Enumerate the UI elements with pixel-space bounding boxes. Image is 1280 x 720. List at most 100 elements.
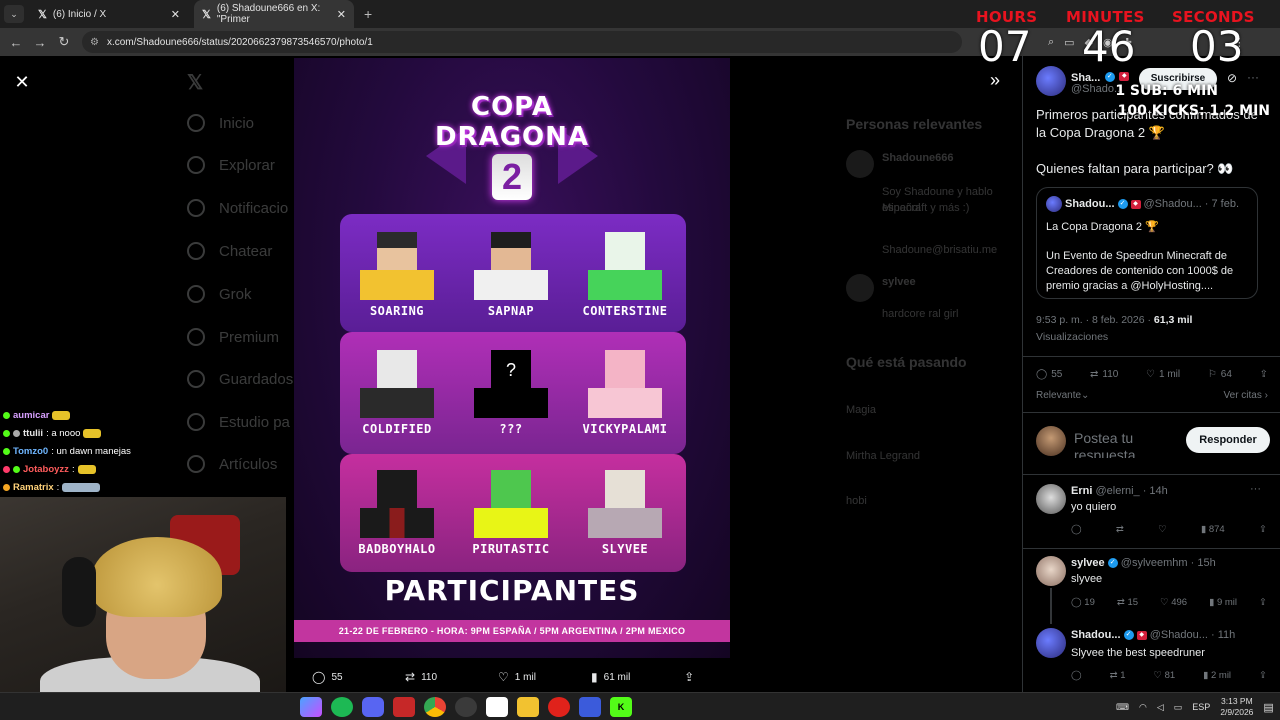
reload-icon[interactable]: ↻ (52, 34, 76, 50)
views-action[interactable]: ▮ 874 (1201, 524, 1225, 535)
opera-icon[interactable] (548, 697, 570, 717)
avatar[interactable] (1036, 484, 1066, 514)
player-name: COLDIFIED (362, 422, 432, 436)
player-name: PIRUTASTIC (472, 542, 550, 556)
views-action[interactable]: ▮ 61 mil (591, 670, 684, 684)
affiliate-badge-icon: ◆ (1130, 199, 1141, 209)
app-icon[interactable] (486, 697, 508, 717)
reply-icon: ◯ (1036, 368, 1048, 380)
x-logo-icon: 𝕏 (202, 8, 211, 21)
reply-action[interactable]: ◯ 19 (1071, 597, 1095, 608)
network-icon[interactable]: ◠ (1139, 702, 1147, 713)
share-icon[interactable]: ⇪ (1259, 524, 1267, 535)
bookmark-action[interactable]: ⚐ 64 (1208, 365, 1232, 383)
event-date-band: 21-22 DE FEBRERO - HORA: 9PM ESPAÑA / 5P… (294, 620, 730, 642)
share-action[interactable]: ⇪ (684, 670, 712, 684)
volume-icon[interactable]: ◁ (1157, 702, 1164, 713)
player-card: COLDIFIED (342, 340, 452, 444)
player-name: CONTERSTINE (582, 304, 668, 318)
skin-head (491, 470, 531, 510)
badge-icon (3, 430, 10, 437)
repost-action[interactable]: ⇄ 110 (1090, 365, 1118, 383)
video-app-icon[interactable] (393, 697, 415, 717)
reply-item[interactable]: Shadou... ✓ ◆ @Shadou... · 11h Slyvee th… (1023, 626, 1280, 692)
like-action[interactable]: ♡ 1 mil (498, 670, 591, 684)
trend-item: Magia (846, 404, 876, 416)
battery-icon[interactable]: ▭ (1174, 702, 1183, 713)
reply-item[interactable]: Erni @elerni_ · 14h ··· yo quiero ◯ ⇄ ♡ … (1023, 482, 1280, 548)
input-language[interactable]: ESP (1192, 702, 1210, 712)
tweet-side-panel: Sha... ✓ ◆ @Shado... Suscribirse ⊘ ··· P… (1022, 56, 1280, 692)
emote-icon (83, 429, 102, 438)
site-info-icon[interactable]: ⚙ (90, 37, 99, 48)
clock[interactable]: 3:13 PM 2/9/2026 (1220, 696, 1253, 718)
reply-header: Shadou... ✓ ◆ @Shadou... · 11h (1071, 629, 1236, 641)
share-icon[interactable]: ⇪ (1259, 670, 1267, 681)
avatar[interactable] (1036, 628, 1066, 658)
skin-body (474, 508, 548, 538)
tab-status[interactable]: 𝕏 (6) Shadoune666 en X: "Primer ✕ (194, 0, 354, 28)
repost-action[interactable]: ⇄ 110 (405, 670, 498, 684)
reply-item[interactable]: sylvee ✓ @sylveemhm · 15h slyvee ◯ 19 ⇄ … (1023, 554, 1280, 620)
emote-icon (52, 411, 71, 420)
tab-search-button[interactable]: ⌄ (4, 5, 24, 23)
discord-icon[interactable] (362, 697, 384, 717)
verified-icon: ✓ (1107, 558, 1118, 569)
share-icon[interactable]: ⇪ (1259, 597, 1267, 608)
webcam-headset (62, 557, 96, 627)
notification-icon[interactable]: ▤ (1263, 701, 1273, 714)
address-bar[interactable]: ⚙ x.com/Shadoune666/status/2020662379873… (82, 31, 962, 53)
stream-timer-overlay: HOURS MINUTES SECONDS 07 46 03 1 SUB: 6 … (962, 0, 1280, 120)
reply-action[interactable]: ◯ 55 (312, 670, 405, 684)
share-icon: ⇪ (684, 670, 695, 684)
views-action[interactable]: ▮ 9 mil (1209, 597, 1237, 608)
forward-icon[interactable]: → (28, 35, 52, 50)
kick-icon[interactable]: K (610, 697, 632, 717)
skin-head (605, 470, 645, 510)
like-action[interactable]: ♡ 1 mil (1146, 365, 1180, 383)
avatar (1036, 426, 1066, 456)
quoted-tweet[interactable]: Shadou... ✓ ◆ @Shadou... · 7 feb. La Cop… (1036, 187, 1258, 299)
close-photo-button[interactable]: ✕ (10, 70, 34, 94)
reply-action[interactable]: ◯ 55 (1036, 365, 1062, 383)
kicks-rule: 100 KICKS: 1.2 MIN (1117, 103, 1270, 119)
chevron-down-icon: ⌄ (1081, 390, 1090, 401)
repost-action[interactable]: ⇄ 1 (1110, 670, 1126, 681)
reply-button[interactable]: Responder (1186, 427, 1270, 453)
views-action[interactable]: ▮ 2 mil (1203, 670, 1231, 681)
tab-inicio[interactable]: 𝕏 (6) Inicio / X ✕ (30, 0, 188, 28)
heart-icon[interactable]: ♡ (1158, 524, 1167, 535)
app-icon[interactable] (579, 697, 601, 717)
reply-icon[interactable]: ◯ (1071, 670, 1082, 681)
reply-icon[interactable]: ◯ (1071, 524, 1082, 535)
share-action[interactable]: ⇪ (1260, 365, 1268, 383)
more-icon[interactable]: ··· (1250, 483, 1261, 495)
skin-head (605, 350, 645, 390)
tweet-time[interactable]: 9:53 p. m. · 8 feb. 2026 · (1036, 314, 1151, 326)
search-icon (187, 156, 205, 174)
avatar[interactable] (1036, 556, 1066, 586)
sort-dropdown[interactable]: Relevante⌄ (1036, 390, 1089, 401)
close-tab-icon[interactable]: ✕ (171, 8, 180, 21)
repost-action[interactable]: ⇄ 15 (1117, 597, 1138, 608)
chrome-icon[interactable] (424, 697, 446, 717)
repost-icon[interactable]: ⇄ (1116, 524, 1124, 535)
copilot-icon[interactable] (300, 697, 322, 717)
obs-icon[interactable] (455, 697, 477, 717)
players-row-1: SOARING SAPNAP CONTERSTINE (340, 214, 686, 332)
relevant-name: Shadoune666 (882, 152, 954, 164)
keyboard-icon[interactable]: ⌨ (1116, 702, 1129, 713)
avatar (846, 274, 874, 302)
like-action[interactable]: ♡ 81 (1153, 670, 1175, 681)
spotify-icon[interactable] (331, 697, 353, 717)
like-action[interactable]: ♡ 496 (1160, 597, 1187, 608)
close-tab-icon[interactable]: ✕ (337, 8, 346, 21)
back-icon[interactable]: ← (4, 35, 28, 50)
new-tab-button[interactable]: + (364, 6, 372, 22)
reply-input[interactable]: Postea tu respuesta (1074, 430, 1184, 458)
player-card: ? ??? (456, 340, 566, 444)
file-explorer-icon[interactable] (517, 697, 539, 717)
reply-text: slyvee (1071, 573, 1103, 585)
chat-message: Ramatrix: (3, 482, 101, 493)
view-quotes-link[interactable]: Ver citas › (1224, 390, 1268, 401)
